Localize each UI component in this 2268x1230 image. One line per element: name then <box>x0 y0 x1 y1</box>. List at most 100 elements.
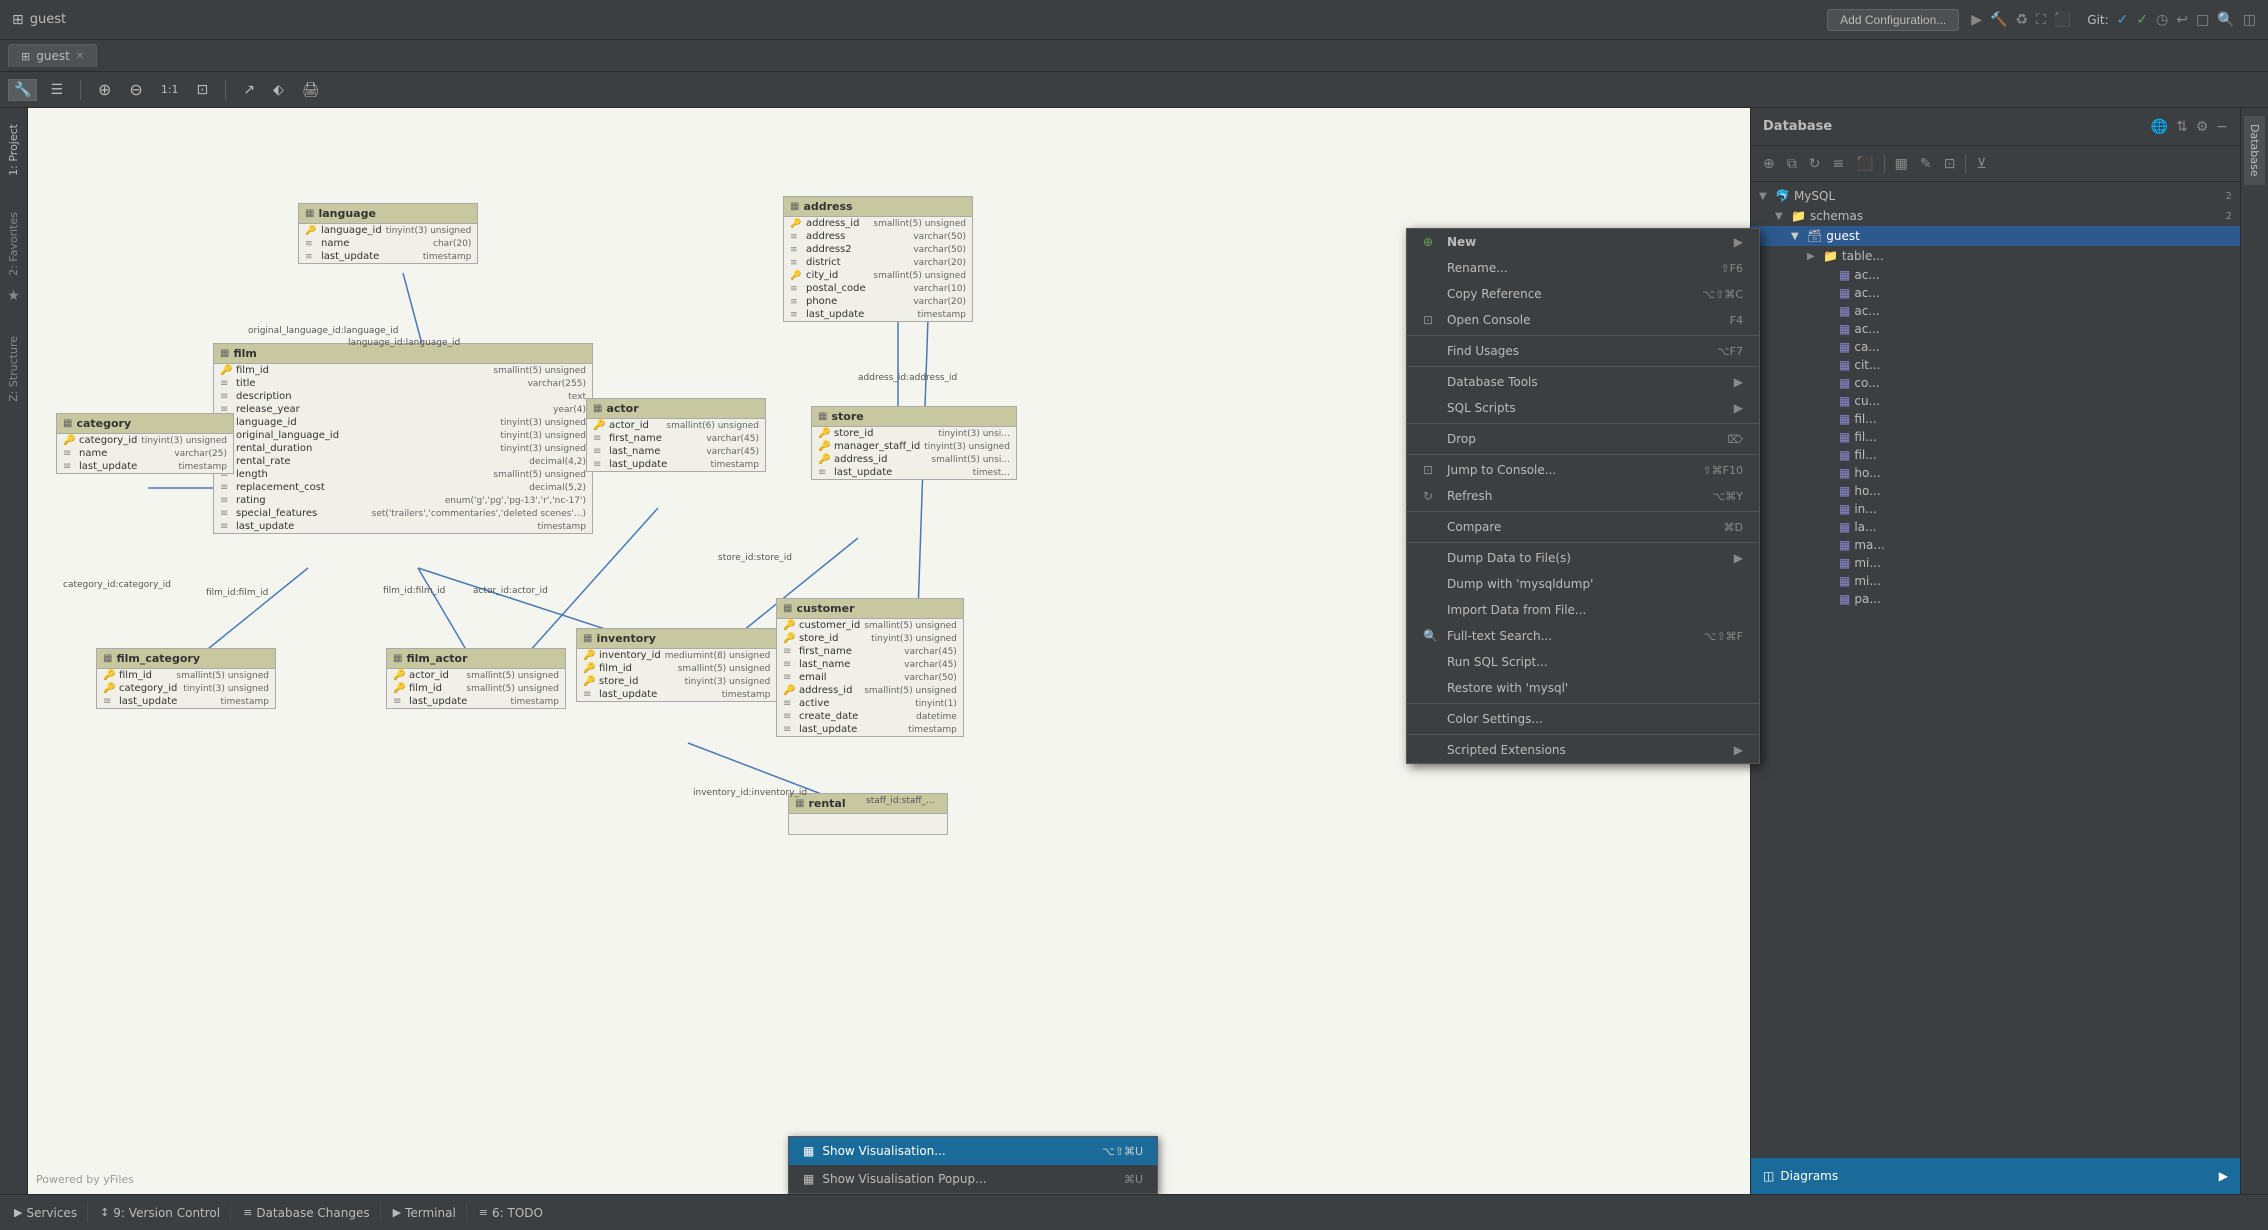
stop-icon[interactable]: ⬛ <box>1852 154 1877 174</box>
ctx-new[interactable]: ⊕ New ▶ <box>1407 229 1759 255</box>
add-table-icon[interactable]: ⊕ <box>93 78 116 101</box>
fit-view-icon[interactable]: ⊡ <box>192 80 214 100</box>
tree-item-fil3[interactable]: ▦fil... <box>1751 446 2240 464</box>
filter-icon[interactable]: ⊻ <box>1972 154 1990 174</box>
table-actor[interactable]: ▦actor 🔑actor_idsmallint(6) unsigned ≡fi… <box>586 398 766 472</box>
table-inventory[interactable]: ▦inventory 🔑inventory_idmediumint(8) uns… <box>576 628 777 702</box>
git-push-icon[interactable]: □ <box>2196 12 2209 28</box>
ctx-copy-ref[interactable]: Copy Reference ⌥⇧⌘C <box>1407 281 1759 307</box>
copy-icon[interactable]: ⧉ <box>1783 154 1801 174</box>
remove-table-icon[interactable]: ⊖ <box>124 78 147 101</box>
table-grid-icon[interactable]: ▦ <box>1891 154 1912 174</box>
right-sidebar-database[interactable]: Database <box>2244 116 2265 185</box>
reset-zoom-icon[interactable]: 1:1 <box>156 81 184 98</box>
select-tool-icon[interactable]: 🔧 <box>8 79 37 101</box>
tree-item-la[interactable]: ▦la... <box>1751 518 2240 536</box>
tree-item-ac1[interactable]: ▦ac... <box>1751 266 2240 284</box>
show-visualisation-popup-item[interactable]: ▦ Show Visualisation Popup... ⌘U <box>789 1165 1157 1193</box>
table-film-category[interactable]: ▦film_category 🔑film_idsmallint(5) unsig… <box>96 648 276 709</box>
ctx-color-settings[interactable]: Color Settings... <box>1407 706 1759 732</box>
ctx-run-sql[interactable]: Run SQL Script... <box>1407 649 1759 675</box>
table-address[interactable]: ▦ address 🔑address_idsmallint(5) unsigne… <box>783 196 973 322</box>
rebuild-icon[interactable]: ♻ <box>2015 12 2028 28</box>
schema-icon[interactable]: ≡ <box>1828 154 1848 174</box>
build-icon[interactable]: 🔨 <box>1990 12 2007 28</box>
tree-item-fil2[interactable]: ▦fil... <box>1751 428 2240 446</box>
tree-item-co[interactable]: ▦co... <box>1751 374 2240 392</box>
ctx-full-text-search[interactable]: 🔍 Full-text Search... ⌥⇧⌘F <box>1407 623 1759 649</box>
status-db-changes[interactable]: ≡ Database Changes <box>233 1204 381 1222</box>
export-icon[interactable]: ↗ <box>238 80 260 100</box>
tree-item-ca[interactable]: ▦ca... <box>1751 338 2240 356</box>
table-category[interactable]: ▦category 🔑category_idtinyint(3) unsigne… <box>56 413 234 474</box>
ctx-dump-mysqldump[interactable]: Dump with 'mysqldump' <box>1407 571 1759 597</box>
tree-item-cit[interactable]: ▦cit... <box>1751 356 2240 374</box>
ctx-dump-to-file[interactable]: Dump Data to File(s) ▶ <box>1407 545 1759 571</box>
run-icon[interactable]: ▶ <box>1971 12 1982 28</box>
git-check-green-icon[interactable]: ✓ <box>2136 12 2148 28</box>
coverage-icon[interactable]: ⛶ <box>2036 12 2046 28</box>
ctx-find-usages[interactable]: Find Usages ⌥F7 <box>1407 338 1759 364</box>
tree-item-mysql[interactable]: ▼ 🐬 MySQL 2 <box>1751 186 2240 206</box>
tree-item-in[interactable]: ▦in... <box>1751 500 2240 518</box>
link-icon[interactable]: ⬖ <box>268 80 289 100</box>
refresh-icon[interactable]: ↻ <box>1805 154 1825 174</box>
table-store[interactable]: ▦store 🔑store_idtinyint(3) unsi... 🔑mana… <box>811 406 1017 480</box>
diagram-tab[interactable]: ⊞ guest ✕ <box>8 44 97 67</box>
tree-item-ac2[interactable]: ▦ac... <box>1751 284 2240 302</box>
tree-item-mi1[interactable]: ▦mi... <box>1751 554 2240 572</box>
table-film[interactable]: ▦film 🔑film_idsmallint(5) unsigned ≡titl… <box>213 343 593 534</box>
git-undo-icon[interactable]: ↩ <box>2176 12 2188 28</box>
ctx-import-from-file[interactable]: Import Data from File... <box>1407 597 1759 623</box>
ctx-rename[interactable]: Rename... ⇧F6 <box>1407 255 1759 281</box>
table-language[interactable]: ▦ language 🔑 language_id tinyint(3) unsi… <box>298 203 478 264</box>
tree-item-pa[interactable]: ▦pa... <box>1751 590 2240 608</box>
panel-globe-icon[interactable]: 🌐 <box>2151 119 2168 135</box>
tree-item-fil1[interactable]: ▦fil... <box>1751 410 2240 428</box>
sidebar-item-structure[interactable]: Z: Structure <box>3 328 24 410</box>
tree-item-ac3[interactable]: ▦ac... <box>1751 302 2240 320</box>
tree-item-schemas[interactable]: ▼ 📁 schemas 2 <box>1751 206 2240 226</box>
ctx-restore-mysql[interactable]: Restore with 'mysql' <box>1407 675 1759 701</box>
sidebar-item-project[interactable]: 1: Project <box>3 116 24 184</box>
ctx-sql-scripts[interactable]: SQL Scripts ▶ <box>1407 395 1759 421</box>
right-sidebar-toggle[interactable]: ◫ <box>2243 12 2256 28</box>
ctx-compare[interactable]: Compare ⌘D <box>1407 514 1759 540</box>
ctx-refresh[interactable]: ↻ Refresh ⌥⌘Y <box>1407 483 1759 509</box>
edit-icon[interactable]: ✎ <box>1916 154 1936 174</box>
sidebar-item-favorites[interactable]: 2: Favorites <box>3 204 24 284</box>
tree-item-cu[interactable]: ▦cu... <box>1751 392 2240 410</box>
stop-icon[interactable]: ⬛ <box>2054 12 2071 28</box>
add-config-button[interactable]: Add Configuration... <box>1827 9 1959 31</box>
show-visualisation-item[interactable]: ▦ Show Visualisation... ⌥⇧⌘U <box>789 1137 1157 1165</box>
add-datasource-icon[interactable]: ⊕ <box>1759 154 1779 174</box>
tree-item-guest[interactable]: ▼ 🗃 guest <box>1751 226 2240 246</box>
search-everywhere-icon[interactable]: 🔍 <box>2217 12 2234 28</box>
tree-item-ma[interactable]: ▦ma... <box>1751 536 2240 554</box>
tree-item-mi2[interactable]: ▦mi... <box>1751 572 2240 590</box>
grid-view-icon[interactable]: ☰ <box>45 80 68 100</box>
git-history-icon[interactable]: ◷ <box>2156 12 2168 28</box>
status-terminal[interactable]: ▶ Terminal <box>383 1204 467 1222</box>
ctx-db-tools[interactable]: Database Tools ▶ <box>1407 369 1759 395</box>
table-film-actor[interactable]: ▦film_actor 🔑actor_idsmallint(5) unsigne… <box>386 648 566 709</box>
status-todo[interactable]: ≡ 6: TODO <box>469 1204 553 1222</box>
ctx-jump-to-console[interactable]: ⊡ Jump to Console... ⇧⌘F10 <box>1407 457 1759 483</box>
panel-minimize-icon[interactable]: − <box>2216 119 2228 135</box>
query-icon[interactable]: ⊡ <box>1940 154 1960 174</box>
print-icon[interactable]: 🖨 <box>297 80 325 100</box>
panel-settings-icon[interactable]: ⚙ <box>2196 119 2209 135</box>
tree-item-tables[interactable]: ▶ 📁 table... <box>1751 246 2240 266</box>
status-version-control[interactable]: ↕ 9: Version Control <box>90 1204 231 1222</box>
ctx-scripted-extensions[interactable]: Scripted Extensions ▶ <box>1407 737 1759 763</box>
panel-split-icon[interactable]: ⇅ <box>2176 119 2188 135</box>
diagrams-panel-tab[interactable]: ◫ Diagrams ▶ <box>1751 1158 2240 1194</box>
table-customer[interactable]: ▦customer 🔑customer_idsmallint(5) unsign… <box>776 598 964 737</box>
status-services[interactable]: ▶ Services <box>4 1204 88 1222</box>
ctx-drop[interactable]: Drop ⌦ <box>1407 426 1759 452</box>
tree-item-ho2[interactable]: ▦ho... <box>1751 482 2240 500</box>
tree-item-ho1[interactable]: ▦ho... <box>1751 464 2240 482</box>
tab-close-icon[interactable]: ✕ <box>76 51 84 62</box>
tree-item-ac4[interactable]: ▦ac... <box>1751 320 2240 338</box>
ctx-open-console[interactable]: ⊡ Open Console F4 <box>1407 307 1759 333</box>
